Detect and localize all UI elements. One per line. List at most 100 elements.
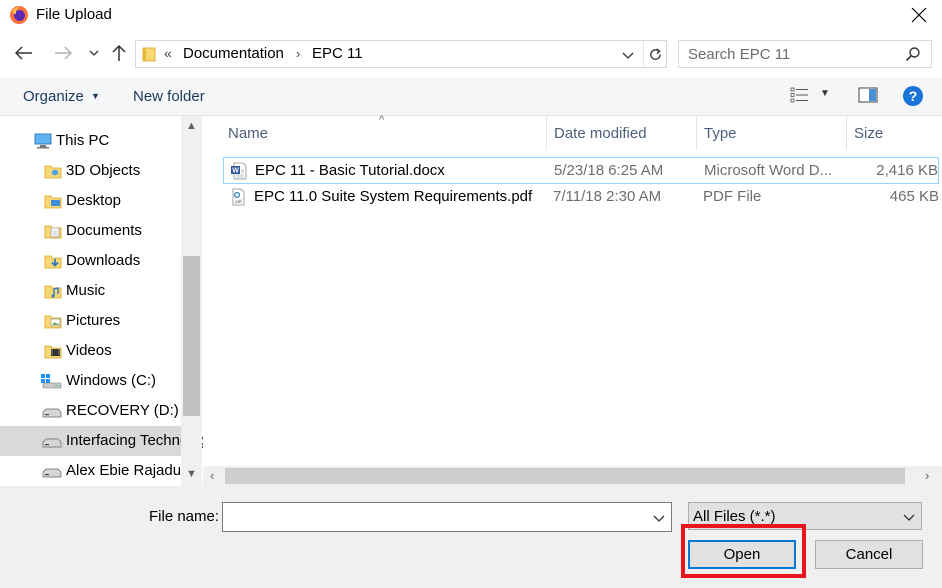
file-type: PDF File — [703, 188, 762, 205]
nav-item-desktop[interactable]: Desktop — [0, 186, 182, 216]
file-size: 2,416 KB — [876, 162, 938, 179]
scroll-right-icon[interactable]: › — [925, 468, 929, 483]
column-header-size[interactable]: Size — [854, 116, 883, 150]
drive-icon — [40, 433, 62, 449]
nav-item-this-pc[interactable]: This PC — [0, 126, 182, 156]
nav-item-label: This PC — [56, 132, 110, 149]
nav-item-music[interactable]: Music — [0, 276, 182, 306]
cancel-button[interactable]: Cancel — [815, 540, 923, 569]
pictures-folder-icon — [44, 313, 62, 329]
recent-locations-chevron-icon[interactable] — [83, 42, 105, 64]
view-options-dropdown-icon[interactable]: ▼ — [820, 88, 830, 99]
nav-item-label: Windows (C:) — [66, 372, 157, 389]
close-icon[interactable] — [896, 0, 942, 30]
sort-ascending-icon: ^ — [379, 114, 385, 126]
nav-item-recovery-d[interactable]: RECOVERY (D:) — [0, 396, 182, 426]
videos-folder-icon — [44, 343, 62, 359]
organize-label: Organize — [23, 88, 84, 105]
nav-item-label: Videos — [66, 342, 112, 359]
command-bar: Organize ▼ New folder ▼ ? — [0, 78, 942, 116]
column-header-type[interactable]: Type — [704, 116, 737, 150]
breadcrumb-overflow[interactable]: « — [164, 45, 172, 61]
preview-pane-icon[interactable] — [858, 86, 878, 108]
address-dropdown-chevron-icon[interactable] — [622, 47, 634, 64]
chevron-down-icon — [903, 509, 915, 526]
nav-item-label: Music — [66, 282, 106, 299]
help-icon[interactable]: ? — [902, 85, 924, 111]
column-divider[interactable] — [846, 116, 847, 150]
file-type-filter-select[interactable]: All Files (*.*) — [688, 502, 922, 530]
search-icon[interactable] — [905, 46, 921, 66]
file-type: Microsoft Word D... — [704, 162, 833, 179]
window-title: File Upload — [36, 6, 112, 23]
breadcrumb-separator-icon[interactable]: › — [296, 46, 300, 61]
file-date-modified: 7/11/18 2:30 AM — [553, 188, 662, 205]
scroll-up-icon[interactable]: ▲ — [186, 120, 197, 132]
documents-folder-icon — [44, 223, 62, 239]
nav-item-label: Pictures — [66, 312, 121, 329]
scroll-down-icon[interactable]: ▼ — [186, 468, 197, 480]
pdf-file-icon: pdf — [229, 188, 247, 210]
drive-icon — [40, 403, 62, 419]
scrollbar-thumb[interactable] — [183, 256, 200, 416]
nav-item-label: Alex Ebie Rajadurai — [66, 462, 198, 479]
file-name-dropdown-chevron-icon[interactable] — [653, 510, 665, 527]
word-document-icon: W — [230, 162, 248, 184]
nav-item-label: Documents — [66, 222, 142, 239]
nav-item-downloads[interactable]: Downloads — [0, 246, 182, 276]
nav-item-windows-c[interactable]: Windows (C:) — [0, 366, 182, 396]
folder-icon — [142, 46, 156, 66]
scroll-left-icon[interactable]: ‹ — [210, 468, 214, 483]
nav-item-documents[interactable]: Documents — [0, 216, 182, 246]
nav-item-interfacing-technologies[interactable]: Interfacing Technolog — [0, 426, 203, 456]
forward-arrow-icon[interactable] — [52, 42, 74, 64]
file-size: 465 KB — [889, 188, 939, 205]
new-folder-button[interactable]: New folder — [133, 88, 205, 105]
column-divider[interactable] — [546, 116, 547, 150]
search-box[interactable]: Search EPC 11 — [678, 40, 932, 68]
svg-text:pdf: pdf — [235, 199, 242, 204]
organize-dropdown-icon: ▼ — [91, 91, 100, 101]
nav-item-videos[interactable]: Videos — [0, 336, 182, 366]
file-type-filter-value: All Files (*.*) — [693, 508, 776, 525]
this-pc-icon — [34, 133, 52, 149]
organize-button[interactable]: Organize ▼ — [23, 88, 100, 105]
file-row[interactable]: pdf EPC 11.0 Suite System Requirements.p… — [223, 184, 939, 211]
file-name-field[interactable] — [222, 502, 672, 532]
nav-item-alex-ebie-rajadurai[interactable]: Alex Ebie Rajadurai — [0, 456, 198, 486]
scrollbar-thumb[interactable] — [225, 468, 905, 484]
view-details-icon[interactable] — [790, 86, 810, 108]
search-input[interactable]: Search EPC 11 — [688, 46, 790, 63]
breadcrumb-epc-11[interactable]: EPC 11 — [312, 45, 363, 62]
nav-pane-scrollbar[interactable]: ▲ ▼ — [181, 116, 202, 486]
navigation-pane: This PC 3D Objects Desktop Documents Dow… — [0, 116, 203, 486]
column-divider[interactable] — [696, 116, 697, 150]
file-date-modified: 5/23/18 6:25 AM — [554, 162, 664, 179]
file-list: ^ Name Date modified Type Size W EPC 11 … — [203, 114, 942, 486]
3d-objects-icon — [44, 163, 62, 179]
music-folder-icon — [44, 283, 62, 299]
open-button[interactable]: Open — [688, 540, 796, 569]
file-name-label: File name: — [149, 508, 220, 525]
file-row[interactable]: W EPC 11 - Basic Tutorial.docx 5/23/18 6… — [223, 157, 939, 184]
windows-drive-icon — [40, 373, 62, 389]
desktop-folder-icon — [44, 193, 62, 209]
file-name: EPC 11.0 Suite System Requirements.pdf — [254, 188, 533, 205]
nav-item-label: Desktop — [66, 192, 122, 209]
nav-item-pictures[interactable]: Pictures — [0, 306, 182, 336]
column-header-date-modified[interactable]: Date modified — [554, 116, 647, 150]
address-bar[interactable]: « Documentation › EPC 11 — [135, 40, 667, 68]
downloads-folder-icon — [44, 253, 62, 269]
breadcrumb-documentation[interactable]: Documentation — [183, 45, 284, 62]
file-list-horizontal-scrollbar[interactable]: ‹ › — [203, 466, 942, 486]
nav-item-label: 3D Objects — [66, 162, 141, 179]
svg-text:?: ? — [909, 88, 918, 104]
drive-icon — [40, 463, 62, 479]
column-header-name[interactable]: Name — [228, 116, 268, 150]
back-arrow-icon[interactable] — [13, 42, 35, 64]
dialog-footer: File name: All Files (*.*) Open Cancel — [0, 486, 942, 588]
up-arrow-icon[interactable] — [108, 42, 130, 64]
nav-item-3d-objects[interactable]: 3D Objects — [0, 156, 182, 186]
title-bar: File Upload — [0, 0, 942, 30]
refresh-icon[interactable] — [643, 41, 667, 67]
